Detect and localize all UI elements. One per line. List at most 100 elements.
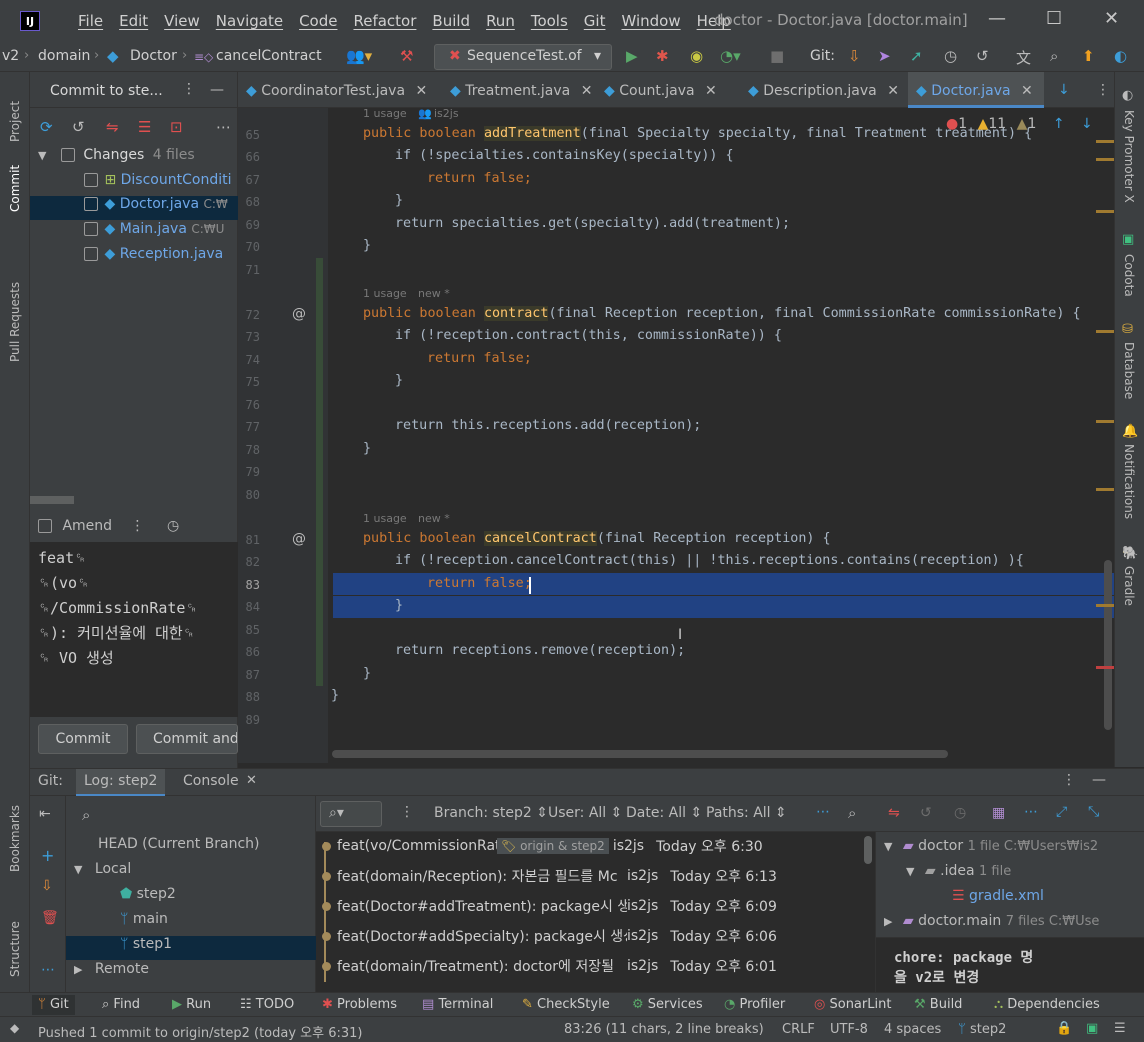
run-configuration-select[interactable]: ✖ SequenceTest.of ▾ xyxy=(434,44,612,70)
shelve-icon[interactable]: ⊡ xyxy=(170,118,183,136)
breadcrumb-cancel-contract[interactable]: cancelContract xyxy=(216,48,322,64)
commit-tool-button[interactable]: Commit xyxy=(8,165,22,212)
minimize-button[interactable]: — xyxy=(988,8,1006,29)
branch-item[interactable]: ⬟ step2 xyxy=(120,886,176,910)
file-checkbox[interactable] xyxy=(84,247,98,261)
details-module-row[interactable]: ▶ ▰ doctor.main 7 files C:₩Use xyxy=(884,913,1144,937)
usage-hint[interactable]: 1 usage xyxy=(363,287,407,300)
usage-hint[interactable]: 1 usage xyxy=(363,107,407,120)
layout-icon[interactable]: ▦ xyxy=(992,805,1005,821)
git-update-icon[interactable]: ⇩ xyxy=(848,47,861,65)
update-ide-icon[interactable]: ⬆ xyxy=(1082,47,1095,65)
lock-icon[interactable]: 🔒 xyxy=(1056,1021,1072,1036)
pull-requests-tool-button[interactable]: Pull Requests xyxy=(8,282,22,362)
commit-row[interactable]: feat(domain/Reception): 자본금 필드를 Mc is2js T… xyxy=(322,866,777,896)
menu-navigate[interactable]: Navigate xyxy=(216,12,283,30)
history-icon[interactable]: ◷ xyxy=(944,47,957,65)
changed-file-row-selected[interactable]: ◆ Doctor.java C:₩ xyxy=(30,196,238,220)
search-everywhere-icon[interactable]: ⌕ xyxy=(1050,47,1058,65)
search-icon[interactable]: ⌕ xyxy=(82,806,90,824)
error-mark[interactable] xyxy=(1096,666,1114,669)
status-message[interactable]: Pushed 1 commit to origin/step2 (today 오… xyxy=(38,1022,363,1041)
menu-refactor[interactable]: Refactor xyxy=(353,12,416,30)
run-icon[interactable]: ▶ xyxy=(626,47,638,65)
author-hint[interactable]: is2js xyxy=(434,107,459,120)
structure-tool-button[interactable]: Structure xyxy=(8,921,22,977)
commit-row[interactable]: feat(Doctor#addSpecialty): package시 생성is… xyxy=(322,926,777,956)
hide-panel-icon[interactable]: — xyxy=(1092,772,1106,788)
find-tool-window-button[interactable]: ⌕ Find xyxy=(102,997,140,1012)
vcs-change-marker[interactable] xyxy=(316,258,323,686)
branch-item[interactable]: ᛘ main xyxy=(120,911,168,935)
key-promoter-tool-button[interactable]: Key Promoter X xyxy=(1122,110,1136,203)
menu-git[interactable]: Git xyxy=(584,12,606,30)
menu-code[interactable]: Code xyxy=(299,12,337,30)
tab-count[interactable]: ◆ Count.java ✕ xyxy=(604,72,730,108)
add-branch-icon[interactable]: + xyxy=(41,846,54,865)
status-toggle-icon[interactable]: ◆ xyxy=(10,1021,19,1035)
services-tool-window-button[interactable]: ⚙ Services xyxy=(632,997,703,1012)
paths-filter[interactable]: Paths: All ⇕ xyxy=(706,805,787,821)
menu-window[interactable]: Window xyxy=(621,12,680,30)
close-tab-icon[interactable]: ✕ xyxy=(581,83,593,99)
previous-highlight-icon[interactable]: ↑ xyxy=(1053,116,1065,132)
warning-mark[interactable] xyxy=(1096,210,1114,213)
branch-filter[interactable]: Branch: step2 ⇕ xyxy=(434,805,548,821)
commit-row[interactable]: feat(Doctor#addTreatment): package시 생is2… xyxy=(322,896,777,926)
local-branches-group[interactable]: ▼ Local xyxy=(74,861,131,885)
history-icon[interactable]: ◷ xyxy=(954,805,966,821)
implementation-marker-icon[interactable]: @ xyxy=(292,531,306,547)
notifications-tool-button[interactable]: Notifications xyxy=(1122,444,1136,519)
close-window-button[interactable]: ✕ xyxy=(1104,8,1119,29)
close-tab-icon[interactable]: ✕ xyxy=(1021,83,1033,99)
amend-option[interactable]: Amend ⋮ ◷ xyxy=(38,518,179,534)
author-hint[interactable]: new * xyxy=(418,512,450,525)
more-icon[interactable]: ⋯ xyxy=(816,804,830,820)
stop-icon[interactable]: ■ xyxy=(770,47,784,65)
date-filter[interactable]: Date: All ⇕ xyxy=(626,805,702,821)
tab-description[interactable]: ◆ Description.java ✕ xyxy=(748,72,908,108)
menu-run[interactable]: Run xyxy=(486,12,515,30)
expand-icon[interactable]: ⤢ xyxy=(1056,804,1067,820)
line-separator[interactable]: CRLF xyxy=(782,1022,815,1037)
rollback-icon[interactable]: ↺ xyxy=(920,805,932,821)
collapse-icon[interactable]: ⤡ xyxy=(1088,804,1099,820)
codota-status-icon[interactable]: ▣ xyxy=(1086,1021,1098,1036)
editor-horizontal-scrollbar[interactable] xyxy=(332,750,948,758)
warning-mark[interactable] xyxy=(1096,604,1114,607)
warning-mark[interactable] xyxy=(1096,140,1114,143)
breadcrumb-v2[interactable]: v2 xyxy=(2,48,19,64)
code-with-me-icon[interactable]: ◐ xyxy=(1114,47,1127,65)
amend-checkbox[interactable] xyxy=(38,519,52,533)
clock-icon[interactable]: ◷ xyxy=(167,518,179,534)
group-by-icon[interactable]: ☰ xyxy=(138,118,151,136)
build-hammer-icon[interactable]: ⚒ xyxy=(400,47,413,65)
maximize-button[interactable]: ☐ xyxy=(1046,8,1062,29)
commit-message-editor[interactable]: feat␍ ␍(vo␍ ␍/CommissionRate␍ ␍): 커미션율에 … xyxy=(30,542,238,717)
more-options-icon[interactable]: ⋮ xyxy=(131,518,145,534)
tab-console[interactable]: Console xyxy=(183,773,239,789)
rollback-icon[interactable]: ↺ xyxy=(976,47,989,65)
search-icon[interactable]: ⌕ xyxy=(848,804,856,822)
warning-mark[interactable] xyxy=(1096,488,1114,491)
commit-button[interactable]: Commit xyxy=(38,724,128,754)
tab-log[interactable]: Log: step2 xyxy=(76,769,166,797)
more-icon[interactable]: ⋯ xyxy=(216,118,231,136)
warning-mark[interactable] xyxy=(1096,420,1114,423)
details-repo-row[interactable]: ▼ ▰ doctor 1 file C:₩Users₩is2 xyxy=(884,838,1144,862)
branch-head[interactable]: HEAD (Current Branch) xyxy=(98,836,260,860)
file-checkbox[interactable] xyxy=(84,173,98,187)
branch-item-selected[interactable]: ᛘ step1 xyxy=(66,936,316,960)
indent-setting[interactable]: 4 spaces xyxy=(884,1022,941,1037)
file-checkbox[interactable] xyxy=(84,222,98,236)
more-icon[interactable]: ⋯ xyxy=(41,962,55,978)
build-tool-window-button[interactable]: ⚒ Build xyxy=(914,997,962,1012)
warning-mark[interactable] xyxy=(1096,330,1114,333)
run-tool-window-button[interactable]: ▶ Run xyxy=(172,997,211,1012)
menu-edit[interactable]: Edit xyxy=(119,12,148,30)
delete-branch-icon[interactable]: 🗑 xyxy=(41,910,59,926)
coverage-icon[interactable]: ◉ xyxy=(690,47,703,65)
menu-tools[interactable]: Tools xyxy=(531,12,568,30)
profile-icon[interactable]: ◔▾ xyxy=(720,47,741,65)
user-filter[interactable]: User: All ⇕ xyxy=(548,805,622,821)
